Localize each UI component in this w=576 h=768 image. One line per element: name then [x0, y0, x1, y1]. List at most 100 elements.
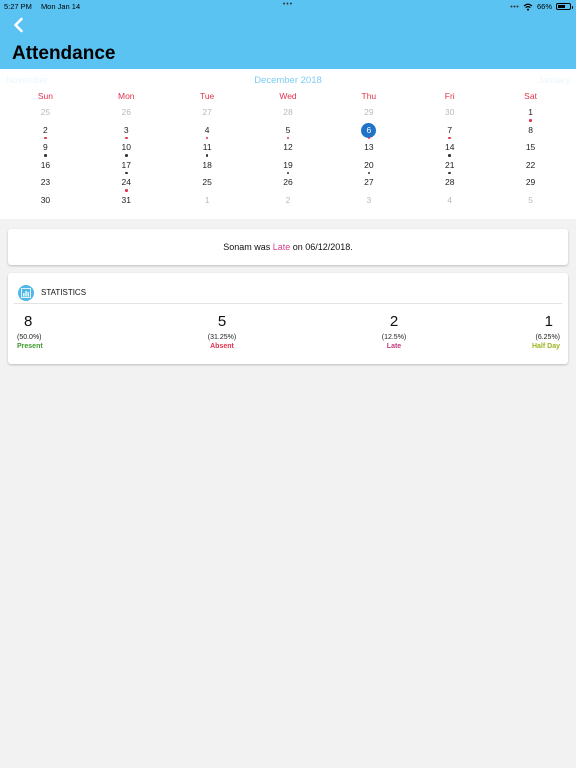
calendar-day-number: 26 [121, 107, 131, 117]
calendar-day[interactable]: 23 [5, 175, 86, 193]
attendance-message-card: Sonam was Late on 06/12/2018. [8, 229, 568, 265]
attendance-dot-indicator [125, 136, 128, 140]
calendar-day-number: 25 [40, 107, 51, 117]
calendar-day[interactable]: 9 [5, 140, 86, 158]
calendar-day-number: 8 [528, 124, 533, 135]
calendar-day-number: 28 [283, 107, 293, 117]
message-suffix: on 06/12/2018. [290, 242, 353, 252]
calendar-day[interactable]: 17 [86, 158, 167, 176]
status-bar: 5:27 PM Mon Jan 14 ••• 66% [0, 1, 576, 12]
calendar-day[interactable]: 25 [167, 175, 248, 193]
calendar-day[interactable]: 28 [409, 175, 490, 193]
attendance-dot-indicator [448, 136, 451, 140]
calendar-day-number: 13 [364, 142, 374, 153]
calendar-day-number: 3 [366, 194, 372, 205]
calendar-day[interactable]: 5 [248, 123, 329, 141]
calendar-day[interactable]: 5 [490, 193, 571, 211]
calendar-day-number: 17 [121, 159, 131, 170]
calendar-day[interactable]: 1 [490, 105, 571, 123]
calendar: November December 2018 January Sun Mon Tue… [0, 69, 576, 219]
calendar-day[interactable]: 29 [490, 175, 571, 193]
calendar-day[interactable]: 4 [409, 193, 490, 211]
calendar-day[interactable]: 29 [328, 105, 409, 123]
calendar-day-number: 26 [283, 177, 293, 188]
stat-absent: 5 (31.25%) Absent [202, 313, 242, 350]
calendar-day[interactable]: 27 [328, 175, 409, 193]
statistics-title: STATISTICS [41, 288, 87, 297]
calendar-day-number: 29 [364, 107, 374, 117]
app-header: 5:27 PM Mon Jan 14 ••• 66% Attendance [0, 0, 576, 69]
calendar-day[interactable]: 1 [167, 193, 248, 211]
calendar-day[interactable]: 14 [409, 140, 490, 158]
battery-percent: 66% [536, 2, 552, 11]
calendar-day-number: 5 [285, 124, 291, 135]
stat-present: 8 (50.0%) Present [17, 313, 57, 350]
status-time: 5:27 PM [4, 2, 32, 11]
signal-icon [510, 5, 519, 8]
calendar-day-number: 28 [444, 177, 455, 188]
calendar-day[interactable]: 21 [409, 158, 490, 176]
calendar-day[interactable]: 2 [248, 193, 329, 211]
calendar-day[interactable]: 2 [5, 123, 86, 141]
calendar-day-number: 11 [202, 142, 212, 153]
attendance-dot-indicator [125, 154, 128, 157]
calendar-day[interactable]: 18 [167, 158, 248, 176]
attendance-dot-indicator [205, 136, 209, 140]
page-title: Attendance [12, 43, 116, 64]
calendar-day[interactable]: 12 [248, 140, 329, 158]
statistics-header: STATISTICS [18, 282, 562, 303]
calendar-day[interactable]: 25 [5, 105, 86, 123]
wifi-icon [523, 3, 533, 11]
calendar-day[interactable]: 20 [328, 158, 409, 176]
weekday-fri: Fri [444, 91, 455, 101]
calendar-day[interactable]: 13 [328, 140, 409, 158]
calendar-day-number: 5 [528, 194, 533, 205]
calendar-day[interactable]: 31 [86, 193, 167, 211]
calendar-day-number: 2 [285, 194, 291, 205]
calendar-day-number: 9 [43, 142, 48, 153]
calendar-day[interactable]: 15 [490, 140, 571, 158]
multitasking-dots-icon: ••• [282, 1, 294, 8]
message-status: Late [272, 242, 291, 252]
calendar-day[interactable]: 26 [86, 105, 167, 123]
calendar-day-number: 6 [361, 122, 377, 138]
calendar-day-number: 24 [121, 177, 131, 188]
calendar-day[interactable]: 24 [86, 175, 167, 193]
calendar-day-number: 27 [202, 107, 212, 117]
weekday-mon: Mon [118, 91, 135, 101]
calendar-day-number: 31 [121, 194, 131, 205]
calendar-day[interactable]: 30 [409, 105, 490, 123]
stat-count: 5 [217, 313, 227, 330]
calendar-day-number: 27 [364, 177, 374, 188]
calendar-day-number: 10 [121, 142, 131, 153]
calendar-day[interactable]: 19 [248, 158, 329, 176]
calendar-day[interactable]: 4 [167, 123, 248, 141]
calendar-day[interactable]: 28 [248, 105, 329, 123]
calendar-day[interactable]: 3 [328, 193, 409, 211]
stat-label: Half Day [531, 343, 560, 350]
calendar-day[interactable]: 3 [86, 123, 167, 141]
calendar-next-month[interactable]: January [538, 75, 570, 85]
calendar-day[interactable]: 11 [167, 140, 248, 158]
battery-icon [556, 3, 573, 10]
calendar-day[interactable]: 26 [248, 175, 329, 193]
calendar-day[interactable]: 10 [86, 140, 167, 158]
calendar-month-label: December 2018 [254, 75, 322, 86]
calendar-day[interactable]: 22 [490, 158, 571, 176]
status-date: Mon Jan 14 [40, 2, 81, 11]
stat-percent: (50.0%) [17, 334, 42, 341]
attendance-dot-indicator [367, 171, 371, 175]
calendar-day[interactable]: 7 [409, 123, 490, 141]
calendar-day-number: 16 [40, 159, 51, 170]
calendar-day-number: 2 [43, 124, 48, 135]
calendar-day[interactable]: 27 [167, 105, 248, 123]
stat-count: 2 [389, 313, 399, 330]
calendar-day[interactable]: 30 [5, 193, 86, 211]
message-prefix: Sonam was [223, 242, 273, 252]
calendar-day[interactable]: 8 [490, 123, 571, 141]
stat-percent: (6.25%) [535, 334, 560, 341]
calendar-day-selected[interactable]: 6 [328, 122, 409, 141]
back-chevron-icon[interactable] [10, 16, 28, 34]
calendar-day[interactable]: 16 [5, 158, 86, 176]
stat-label: Absent [210, 343, 234, 350]
